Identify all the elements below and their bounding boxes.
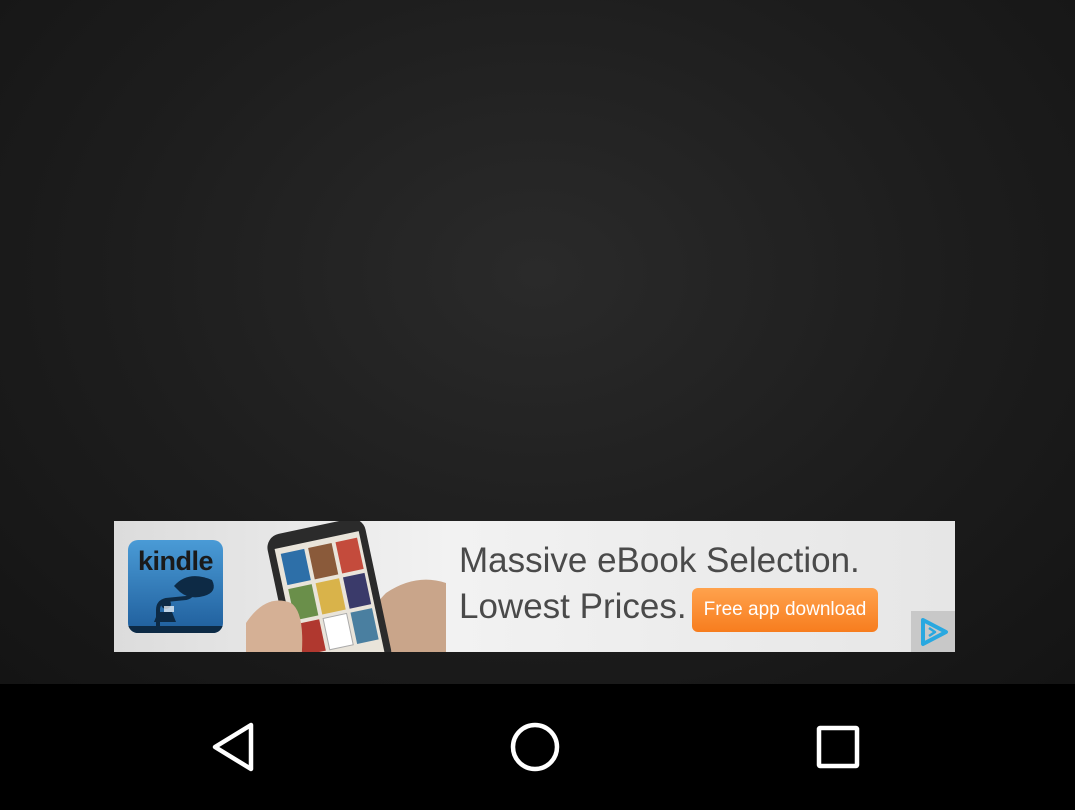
navigation-bar — [0, 684, 1075, 810]
free-app-download-button[interactable]: Free app download — [692, 588, 878, 632]
triangle-back-icon — [212, 722, 254, 772]
adchoices-button[interactable] — [911, 611, 955, 652]
square-recents-icon — [816, 725, 860, 769]
circle-home-icon — [510, 722, 560, 772]
ad-subline: Lowest Prices. — [459, 587, 687, 626]
kindle-logo: kindle — [128, 540, 223, 633]
back-button[interactable] — [203, 717, 263, 777]
recents-button[interactable] — [808, 717, 868, 777]
home-button[interactable] — [505, 717, 565, 777]
ad-headline: Massive eBook Selection. — [459, 541, 860, 580]
phone-with-books-image — [246, 521, 446, 652]
kindle-reader-tree-icon — [128, 576, 223, 633]
kindle-ad-banner[interactable]: kindle Massive eBook Selection. Lowest P… — [114, 521, 955, 652]
adchoices-play-icon — [921, 617, 948, 646]
